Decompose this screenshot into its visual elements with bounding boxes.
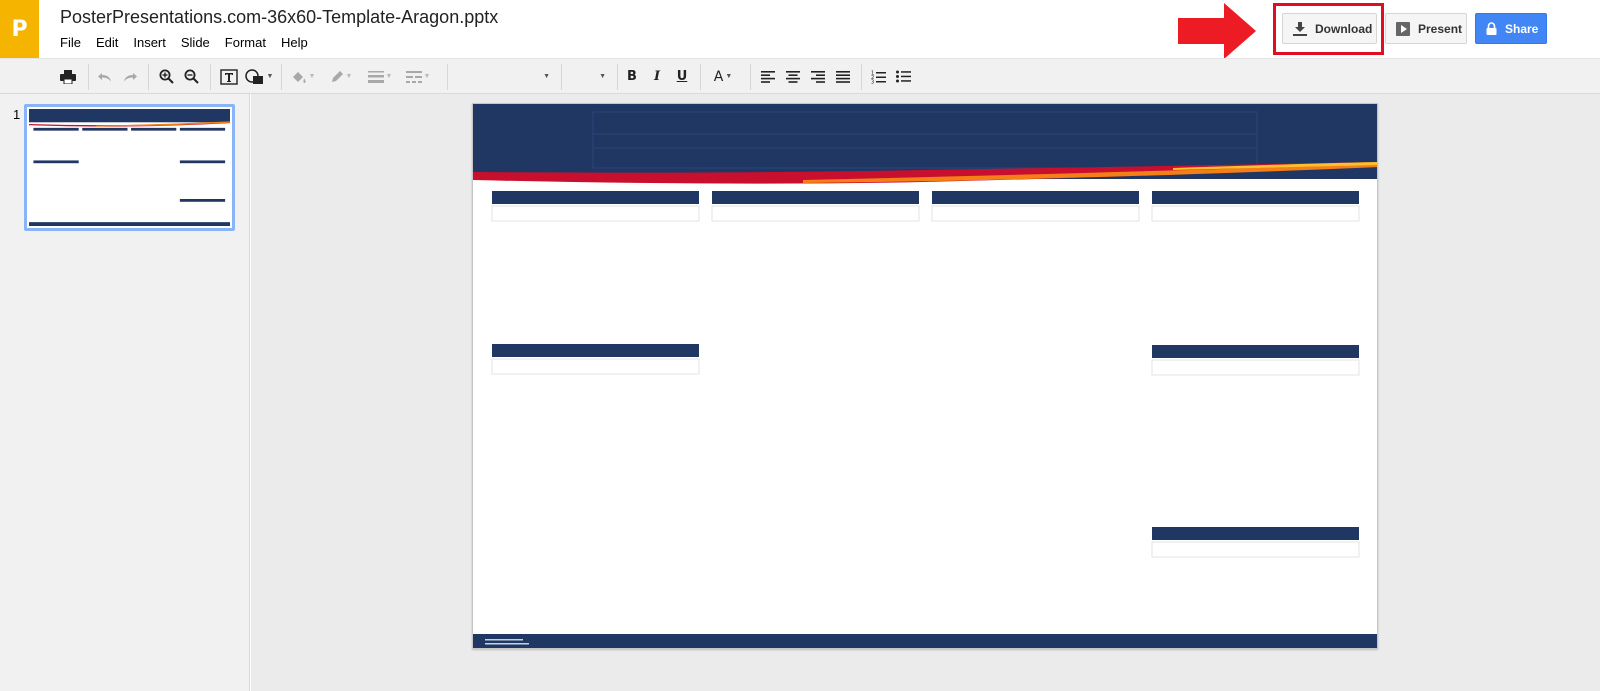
italic-button[interactable]: I <box>646 59 668 94</box>
shape-icon[interactable]: ▼ <box>242 59 276 94</box>
text-color-button[interactable]: A ▼ <box>707 59 739 94</box>
header: P PosterPresentations.com-36x60-Template… <box>0 0 1600 59</box>
section-header-col3 <box>932 191 1139 204</box>
chevron-down-icon: ▼ <box>543 73 550 80</box>
align-center-icon[interactable] <box>781 59 805 94</box>
chevron-down-icon: ▼ <box>599 73 606 80</box>
bold-button[interactable]: B <box>621 59 643 94</box>
section-body-col4-c <box>1151 541 1360 558</box>
section-header-col4-b <box>1152 345 1359 358</box>
section-header-col4-c <box>1152 527 1359 540</box>
font-size-select[interactable]: ▼ <box>566 59 612 94</box>
text-box-icon[interactable] <box>218 59 240 94</box>
zoom-out-icon[interactable] <box>179 59 203 94</box>
border-dash-icon[interactable]: ▼ <box>402 59 434 94</box>
chevron-down-icon: ▼ <box>385 73 393 80</box>
section-body-col2 <box>711 205 920 222</box>
share-label: Share <box>1505 21 1539 36</box>
download-icon <box>1293 21 1307 36</box>
section-body-col4 <box>1151 205 1360 222</box>
chevron-down-icon: ▼ <box>345 73 353 80</box>
redo-icon[interactable] <box>118 59 142 94</box>
poster-footer-band <box>473 634 1377 648</box>
section-body-col4-b <box>1151 359 1360 376</box>
section-header-col1 <box>492 191 699 204</box>
slide-filmstrip: 1 <box>0 94 250 691</box>
chevron-down-icon: ▼ <box>266 73 274 80</box>
menu-slide[interactable]: Slide <box>181 35 210 50</box>
present-button[interactable]: Present <box>1385 13 1467 44</box>
slide-number: 1 <box>13 107 21 122</box>
chevron-down-icon: ▼ <box>725 73 733 80</box>
fill-color-icon[interactable]: ▼ <box>288 59 318 94</box>
red-arrow-annotation <box>1178 3 1256 59</box>
menu-bar: File Edit Insert Slide Format Help <box>60 35 323 50</box>
zoom-in-icon[interactable] <box>154 59 178 94</box>
font-family-select[interactable]: ▼ <box>452 59 556 94</box>
slide-thumbnail-preview <box>29 109 230 226</box>
align-left-icon[interactable] <box>756 59 780 94</box>
section-header-col4 <box>1152 191 1359 204</box>
menu-help[interactable]: Help <box>281 35 308 50</box>
download-label: Download <box>1315 21 1373 36</box>
present-icon <box>1396 21 1410 36</box>
print-icon[interactable] <box>56 59 80 94</box>
section-body-col3 <box>931 205 1140 222</box>
present-label: Present <box>1418 21 1463 36</box>
underline-button[interactable]: U <box>671 59 693 94</box>
app-logo[interactable]: P <box>0 0 39 58</box>
align-justify-icon[interactable] <box>831 59 855 94</box>
thumbnail-graphic <box>29 109 230 226</box>
undo-icon[interactable] <box>93 59 117 94</box>
menu-edit[interactable]: Edit <box>96 35 118 50</box>
menu-file[interactable]: File <box>60 35 81 50</box>
download-button[interactable]: Download <box>1282 13 1377 44</box>
numbered-list-icon[interactable]: 123 <box>866 59 890 94</box>
document-title[interactable]: PosterPresentations.com-36x60-Template-A… <box>60 7 498 28</box>
bulleted-list-icon[interactable] <box>891 59 915 94</box>
align-right-icon[interactable] <box>806 59 830 94</box>
section-body-col1-b <box>491 358 700 375</box>
slide-canvas[interactable] <box>472 103 1378 649</box>
poster-template <box>473 104 1377 648</box>
border-color-icon[interactable]: ▼ <box>326 59 356 94</box>
toolbar: ▼ ▼ ▼ ▼ ▼ ▼ ▼ B I U A ▼ 1 2 3 <box>0 58 1600 94</box>
slide-thumbnail[interactable] <box>24 104 235 231</box>
section-body-col1 <box>491 205 700 222</box>
chevron-down-icon: ▼ <box>308 73 316 80</box>
border-weight-icon[interactable]: ▼ <box>364 59 396 94</box>
section-header-col1-b <box>492 344 699 357</box>
section-header-col2 <box>712 191 919 204</box>
svg-text:3: 3 <box>871 79 874 84</box>
chevron-down-icon: ▼ <box>423 73 431 80</box>
share-button[interactable]: Share <box>1475 13 1547 44</box>
menu-insert[interactable]: Insert <box>133 35 166 50</box>
menu-format[interactable]: Format <box>225 35 266 50</box>
lock-icon <box>1486 22 1497 35</box>
